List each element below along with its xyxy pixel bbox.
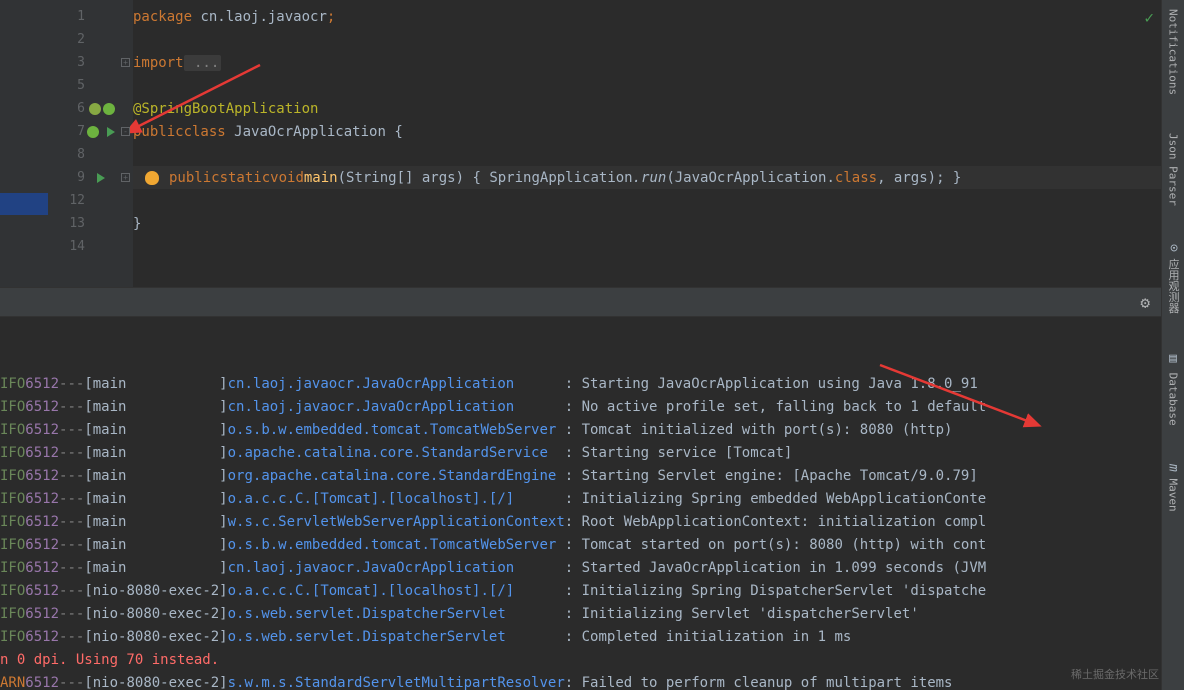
keyword: class bbox=[835, 170, 877, 186]
line-number: 2 bbox=[77, 32, 85, 47]
fold-icon[interactable]: - bbox=[121, 127, 130, 136]
bean-icon[interactable] bbox=[89, 103, 101, 115]
inspection-ok-icon[interactable]: ✓ bbox=[1144, 8, 1154, 27]
method-name: main bbox=[304, 170, 338, 186]
log-line: IFO 6512 --- [main ] cn.laoj.javaocr.Jav… bbox=[0, 556, 1184, 579]
spring-icon[interactable] bbox=[103, 103, 115, 115]
breakpoint-margin[interactable] bbox=[0, 0, 48, 287]
keyword: import bbox=[133, 55, 184, 71]
fold-placeholder[interactable]: ... bbox=[184, 55, 222, 71]
keyword: static bbox=[220, 170, 271, 186]
keyword: void bbox=[270, 170, 304, 186]
right-tool-sidebar: Notifications Json Parser ⊙ 应用观测器 ▤ Data… bbox=[1161, 0, 1184, 690]
line-number: 8 bbox=[77, 147, 85, 162]
log-line: IFO 6512 --- [main ] org.apache.catalina… bbox=[0, 464, 1184, 487]
line-number: 13 bbox=[69, 216, 85, 231]
log-line: IFO 6512 --- [nio-8080-exec-2] o.s.web.s… bbox=[0, 602, 1184, 625]
line-number: 9 bbox=[77, 170, 85, 185]
log-line: IFO 6512 --- [nio-8080-exec-2] o.a.c.c.C… bbox=[0, 579, 1184, 602]
sidebar-item-json-parser[interactable]: Json Parser bbox=[1165, 129, 1182, 210]
params: (String[] args) bbox=[338, 170, 473, 186]
args: (JavaOcrApplication. bbox=[666, 170, 835, 186]
class-ref: SpringApplication bbox=[489, 170, 632, 186]
annotation: @SpringBootApplication bbox=[133, 101, 318, 117]
sidebar-item-database[interactable]: ▤ Database bbox=[1164, 347, 1183, 430]
log-line: IFO 6512 --- [main ] o.a.c.c.C.[Tomcat].… bbox=[0, 487, 1184, 510]
log-line: IFO 6512 --- [main ] o.apache.catalina.c… bbox=[0, 441, 1184, 464]
line-number: 1 bbox=[77, 9, 85, 24]
line-number: 14 bbox=[69, 239, 85, 254]
spring-icon[interactable] bbox=[87, 126, 99, 138]
selection-indicator bbox=[0, 193, 48, 215]
tool-window-header[interactable]: ⚙ — bbox=[0, 287, 1184, 317]
sidebar-item-maven[interactable]: m Maven bbox=[1164, 460, 1183, 516]
log-line: IFO 6512 --- [main ] o.s.b.w.embedded.to… bbox=[0, 533, 1184, 556]
line-number: 6 bbox=[77, 101, 85, 116]
brace: { bbox=[472, 170, 489, 186]
line-number: 7 bbox=[77, 124, 85, 139]
keyword: package bbox=[133, 9, 192, 25]
sidebar-item-app-monitor[interactable]: ⊙ 应用观测器 bbox=[1163, 240, 1183, 317]
log-line: IFO 6512 --- [main ] w.s.c.ServletWebSer… bbox=[0, 510, 1184, 533]
brace: } bbox=[953, 170, 961, 186]
run-icon[interactable] bbox=[107, 127, 115, 137]
keyword: public bbox=[133, 124, 184, 140]
code-editor[interactable]: 1 2 3 + 5 6 7 - 8 9 + 12 13 14 package cn.l… bbox=[0, 0, 1184, 287]
log-line: IFO 6512 --- [main ] o.s.b.w.embedded.to… bbox=[0, 418, 1184, 441]
keyword: class bbox=[184, 124, 226, 140]
package-name: cn.laoj.javaocr bbox=[192, 9, 327, 25]
log-line: IFO 6512 --- [nio-8080-exec-2] o.s.web.s… bbox=[0, 625, 1184, 648]
log-warn-line: ARN 6512 --- [nio-8080-exec-2] s.w.m.s.S… bbox=[0, 671, 1184, 690]
code-content[interactable]: package cn.laoj.javaocr; import ... @Spr… bbox=[133, 0, 1184, 287]
console[interactable]: IFO 6512 --- [main ] cn.laoj.javaocr.Jav… bbox=[0, 317, 1184, 690]
bulb-icon[interactable] bbox=[145, 171, 159, 185]
log-line: IFO 6512 --- [main ] cn.laoj.javaocr.Jav… bbox=[0, 395, 1184, 418]
method-call: .run bbox=[633, 170, 667, 186]
log-error-line: n 0 dpi. Using 70 instead. bbox=[0, 648, 1184, 671]
fold-icon[interactable]: + bbox=[121, 173, 130, 182]
watermark: 稀土掘金技术社区 bbox=[1071, 666, 1159, 682]
gear-icon[interactable]: ⚙ bbox=[1140, 293, 1150, 312]
sidebar-item-notifications[interactable]: Notifications bbox=[1165, 5, 1182, 99]
keyword: public bbox=[169, 170, 220, 186]
run-icon[interactable] bbox=[97, 173, 105, 183]
log-line: IFO 6512 --- [main ] cn.laoj.javaocr.Jav… bbox=[0, 372, 1184, 395]
brace: { bbox=[394, 124, 402, 140]
line-number: 3 bbox=[77, 55, 85, 70]
gutter[interactable]: 1 2 3 + 5 6 7 - 8 9 + 12 13 14 bbox=[48, 0, 133, 287]
line-number: 12 bbox=[69, 193, 85, 208]
fold-icon[interactable]: + bbox=[121, 58, 130, 67]
brace: } bbox=[133, 216, 141, 232]
line-number: 5 bbox=[77, 78, 85, 93]
class-name: JavaOcrApplication bbox=[226, 124, 395, 140]
args: , args); bbox=[877, 170, 953, 186]
